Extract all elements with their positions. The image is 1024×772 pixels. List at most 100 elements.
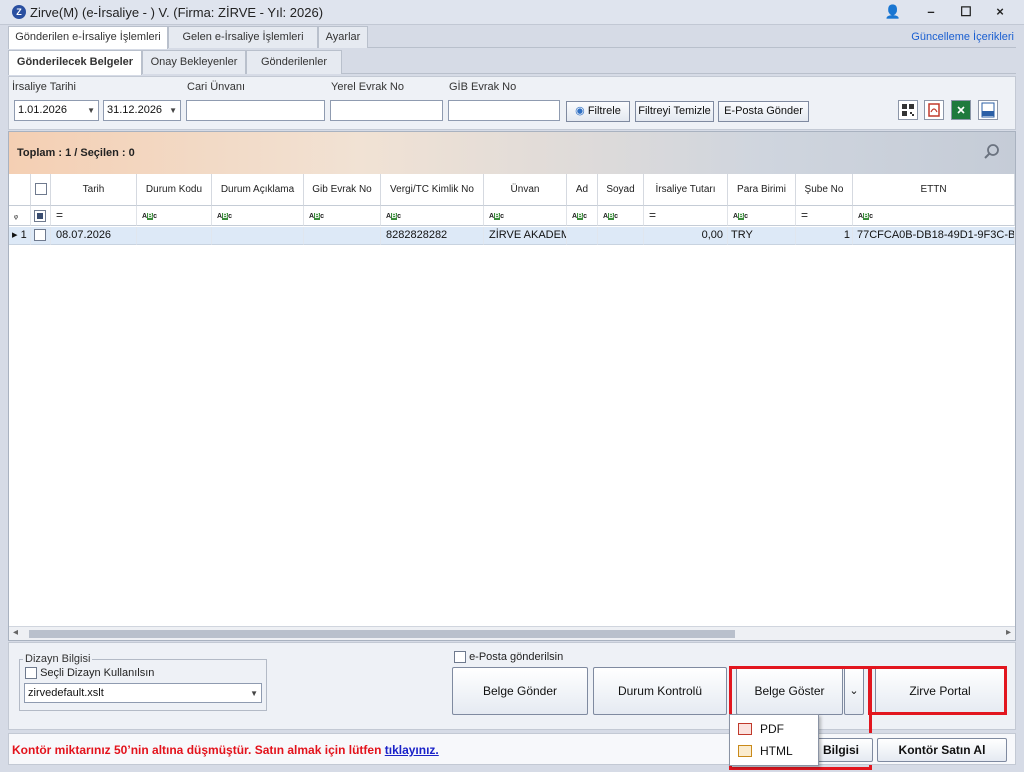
filter-checkbox-cell[interactable] [31,206,51,226]
menu-item-html[interactable]: HTML [730,740,818,762]
cell-ad[interactable] [567,227,598,245]
cell-tutar[interactable]: 0,00 [644,227,728,245]
col-header-ad[interactable]: Ad [567,174,598,206]
search-icon[interactable] [983,143,1001,161]
buy-link[interactable]: tıklayınız. [385,743,439,757]
scrollbar-thumb[interactable] [29,630,735,638]
cell-gib-evrak-no[interactable] [304,227,381,245]
xml-export-icon[interactable] [978,100,998,120]
highlight-zirve-portal [868,666,1007,715]
col-header-tarih[interactable]: Tarih [51,174,137,206]
close-button[interactable]: × [986,2,1014,22]
filter-cell-gib-evrak-no[interactable]: ABc [304,206,381,226]
email-send-button[interactable]: E-Posta Gönder [718,101,809,122]
email-checkbox-label: e-Posta gönderilsin [469,651,564,663]
title-bar: Z Zirve(M) (e-İrsaliye - ) V. (Firma: Zİ… [0,0,1024,25]
text-filter-icon: ABc [142,213,157,220]
tab-onay-bekleyenler[interactable]: Onay Bekleyenler [142,50,246,74]
date-to-picker[interactable]: 31.12.2026 ▼ [103,100,181,121]
qr-code-icon[interactable] [898,100,918,120]
minimize-button[interactable]: – [917,2,945,22]
maximize-button[interactable]: ☐ [952,2,980,22]
date-to-value: 31.12.2026 [107,104,163,116]
gib-evrak-input[interactable] [448,100,560,121]
row-checkbox-cell[interactable] [31,227,51,245]
col-header-unvan[interactable]: Ünvan [484,174,567,206]
col-header-para-birimi[interactable]: Para Birimi [728,174,796,206]
text-filter-icon: ABc [309,213,324,220]
row-checkbox[interactable] [34,229,46,242]
cell-sube-no[interactable]: 1 [796,227,853,245]
cell-durum-aciklama[interactable] [212,227,304,245]
tab-gonderilen[interactable]: Gönderilen e-İrsaliye İşlemleri [8,26,168,49]
cari-input[interactable] [186,100,325,121]
scroll-right-icon[interactable]: ▸ [1006,627,1011,638]
filter-equals-sube[interactable]: = [796,206,853,226]
filter-cell-unvan[interactable]: ABc [484,206,567,226]
filter-button[interactable]: ◉ Filtrele [566,101,630,122]
filter-cell-soyad[interactable]: ABc [598,206,644,226]
col-header-durum-kodu[interactable]: Durum Kodu [137,174,212,206]
tab-ayarlar[interactable]: Ayarlar [318,26,368,48]
grid-summary-bar: Toplam : 1 / Seçilen : 0 [9,132,1015,174]
yerel-evrak-input[interactable] [330,100,443,121]
excel-export-icon[interactable] [951,100,971,120]
show-document-menu: PDF HTML [729,714,819,766]
cell-para-birimi[interactable]: TRY [728,227,796,245]
col-header-soyad[interactable]: Soyad [598,174,644,206]
cell-vergi-no[interactable]: 8282828282 [381,227,484,245]
email-checkbox[interactable] [454,651,466,664]
clear-filter-button[interactable]: Filtreyi Temizle [635,101,714,122]
filter-equals-tarih[interactable]: = [51,206,137,226]
row-pointer-icon: ▸ [12,229,18,241]
col-header-vergi-no[interactable]: Vergi/TC Kimlik No [381,174,484,206]
filter-equals-tutar[interactable]: = [644,206,728,226]
menu-item-pdf[interactable]: PDF [730,718,818,740]
tab-gonderilenler[interactable]: Gönderilenler [246,50,342,74]
row-indicator[interactable]: ▸ 1 [9,227,31,245]
pdf-export-icon[interactable] [924,100,944,120]
filter-cell-durum-kodu[interactable]: ABc [137,206,212,226]
eye-icon: ◉ [575,105,585,117]
cell-unvan[interactable]: ZİRVE AKADEMİ [484,227,567,245]
design-checkbox-row[interactable]: Seçli Dizayn Kullanılsın [25,667,154,680]
scroll-left-icon[interactable]: ◂ [13,627,18,638]
text-filter-icon: ABc [386,213,401,220]
filter-checkbox[interactable] [34,209,46,222]
filter-cell-para-birimi[interactable]: ABc [728,206,796,226]
select-all-checkbox[interactable] [34,183,47,196]
filter-cell-vergi-no[interactable]: ABc [381,206,484,226]
chevron-down-icon[interactable]: ▼ [250,684,258,703]
design-checkbox[interactable] [25,667,37,680]
send-document-button[interactable]: Belge Gönder [452,667,588,715]
cell-tarih[interactable]: 08.07.2026 [51,227,137,245]
app-logo-icon: Z [12,5,26,19]
status-check-button[interactable]: Durum Kontrolü [593,667,727,715]
buy-credit-button[interactable]: Kontör Satın Al [877,738,1007,762]
horizontal-scrollbar[interactable]: ◂ ▸ [9,626,1015,640]
design-select[interactable]: zirvedefault.xslt ▼ [24,683,262,703]
col-header-durum-aciklama[interactable]: Durum Açıklama [212,174,304,206]
cell-durum-kodu[interactable] [137,227,212,245]
col-header-sube-no[interactable]: Şube No [796,174,853,206]
col-header-tutar[interactable]: İrsaliye Tutarı [644,174,728,206]
chevron-down-icon[interactable]: ▼ [169,101,177,120]
tab-gelen[interactable]: Gelen e-İrsaliye İşlemleri [168,26,318,48]
tab-gonderilecek[interactable]: Gönderilecek Belgeler [8,50,142,75]
pin-icon: ᵩ [9,206,31,226]
col-header-gib-evrak-no[interactable]: Gib Evrak No [304,174,381,206]
cell-ettn[interactable]: 77CFCA0B-DB18-49D1-9F3C-B2 [853,227,1015,245]
email-checkbox-row[interactable]: e-Posta gönderilsin [454,651,564,664]
date-from-picker[interactable]: 1.01.2026 ▼ [14,100,99,121]
filter-cell-ad[interactable]: ABc [567,206,598,226]
chevron-down-icon[interactable]: ▼ [87,101,95,120]
filter-cell-ettn[interactable]: ABc [853,206,1015,226]
update-contents-link[interactable]: Güncelleme İçerikleri [911,31,1014,43]
filter-cell-durum-aciklama[interactable]: ABc [212,206,304,226]
user-icon[interactable]: 👤 [879,2,907,22]
cell-soyad[interactable] [598,227,644,245]
gib-label: GİB Evrak No [449,81,517,93]
col-header-ettn[interactable]: ETTN [853,174,1015,206]
text-filter-icon: ABc [733,213,748,220]
select-all-header[interactable] [31,174,51,206]
